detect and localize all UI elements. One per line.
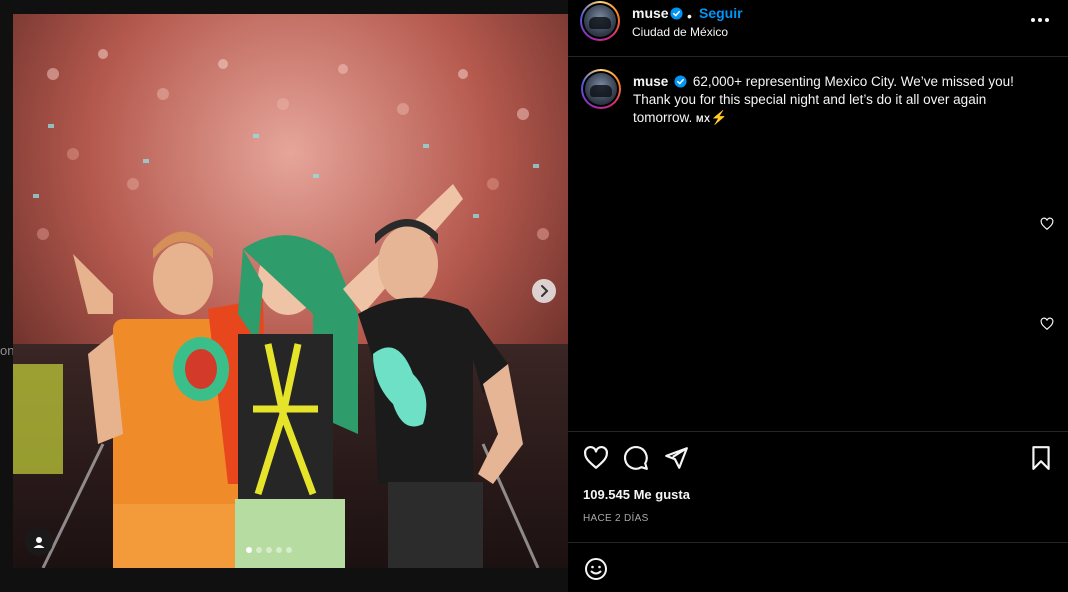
caption-username[interactable]: muse [633,74,668,89]
carousel-dot [246,547,252,553]
post-timestamp: HACE 2 DÍAS [583,513,649,524]
next-photo-button[interactable] [532,279,556,303]
avatar-image [585,73,617,105]
more-options-icon [1031,18,1035,22]
user-tag-icon [33,537,45,548]
more-options-icon [1038,18,1042,22]
avatar-ring [583,71,619,107]
more-options-button[interactable] [1030,12,1050,28]
like-count[interactable]: 109.545 Me gusta [583,487,690,502]
bolt-emoji: ⚡ [710,110,728,125]
caption-line-3: tomorrow. [633,110,693,125]
post-photo[interactable] [13,14,568,568]
header-username[interactable]: muse [632,5,669,21]
header-avatar[interactable] [580,1,620,41]
verified-badge-icon [674,75,687,88]
heart-icon[interactable] [583,445,609,471]
comment-like-heart-icon[interactable] [1040,317,1054,331]
verified-badge-icon [670,7,683,20]
chevron-right-icon [541,285,549,297]
comment-divider [568,542,1068,543]
carousel-dot [256,547,262,553]
actions-divider [568,431,1068,432]
carousel-dot [266,547,272,553]
caption-line-1: 62,000+ representing Mexico City. We’ve … [692,74,1014,89]
follow-button[interactable]: Seguir [699,5,743,21]
emoji-icon[interactable] [584,557,608,581]
comment-icon[interactable] [623,445,649,471]
carousel-dot [276,547,282,553]
header-separator: • [687,8,692,24]
flag-emoji: MX [696,114,711,124]
avatar-image [584,5,616,37]
caption-avatar[interactable] [581,69,621,109]
carousel-dot [286,547,292,553]
post-location[interactable]: Ciudad de México [632,25,728,39]
post-caption: muse 62,000+ representing Mexico City. W… [633,73,1033,128]
user-tag-button[interactable] [25,528,53,556]
bookmark-icon[interactable] [1028,445,1054,471]
post-photo-illustration [13,14,568,568]
carousel-indicator [246,547,292,553]
more-options-icon [1045,18,1049,22]
avatar-ring [582,3,618,39]
comment-like-heart-icon[interactable] [1040,217,1054,231]
caption-line-2: Thank you for this special night and let… [633,92,987,107]
send-icon[interactable] [663,445,689,471]
